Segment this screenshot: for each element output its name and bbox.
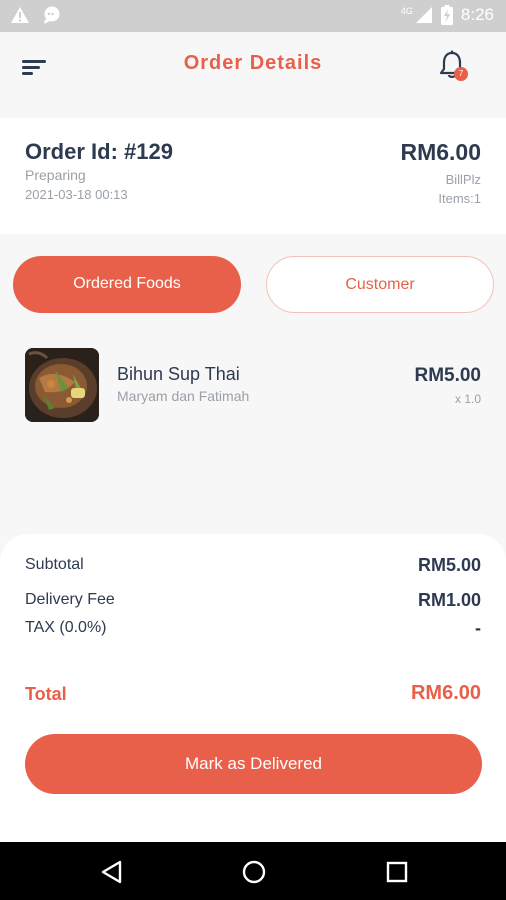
food-price: RM5.00 (414, 365, 481, 386)
total-value: RM6.00 (410, 682, 481, 704)
food-name: Bihun Sup Thai (117, 364, 240, 384)
delivery-fee-label: Delivery Fee (25, 591, 115, 608)
payment-method: BillPlz (445, 172, 481, 187)
order-total: RM6.00 (400, 139, 481, 165)
restaurant-name: Maryam dan Fatimah (117, 388, 250, 404)
network-type: 4G (400, 6, 413, 16)
delivery-fee-value: RM1.00 (417, 590, 481, 610)
subtotal-value: RM5.00 (417, 555, 481, 575)
home-icon[interactable] (241, 859, 267, 885)
total-label: Total (25, 684, 67, 704)
food-quantity: x 1.0 (454, 392, 481, 406)
chat-icon (44, 6, 60, 24)
order-id: Order Id: #129 (25, 139, 173, 164)
tab-customer[interactable]: Customer (266, 256, 494, 313)
order-datetime: 2021-03-18 00:13 (25, 187, 128, 202)
mark-delivered-button[interactable]: Mark as Delivered (25, 734, 482, 794)
order-status: Preparing (25, 167, 86, 183)
subtotal-label: Subtotal (25, 556, 84, 573)
back-icon[interactable] (99, 859, 125, 885)
status-bar: 4G 8:26 (0, 0, 506, 32)
battery-icon (440, 5, 453, 25)
clock: 8:26 (460, 5, 494, 24)
page-title: Order Details (183, 52, 323, 74)
tax-value: - (475, 618, 481, 638)
system-nav-bar (0, 842, 506, 900)
tab-ordered-foods[interactable]: Ordered Foods (13, 256, 241, 313)
app-bar: Order Details 7 (0, 32, 506, 118)
list-item: Bihun Sup Thai Maryam dan Fatimah RM5.00… (0, 340, 506, 430)
item-count: Items:1 (438, 191, 481, 206)
order-summary-card: Order Id: #129 Preparing 2021-03-18 00:1… (0, 118, 506, 234)
recents-icon[interactable] (384, 859, 410, 885)
warning-icon (11, 7, 29, 23)
price-summary: Subtotal RM5.00 Delivery Fee RM1.00 TAX … (0, 534, 506, 842)
signal-icon (415, 7, 432, 23)
tax-label: TAX (0.0%) (25, 619, 107, 636)
notifications-button[interactable]: 7 (438, 50, 472, 84)
food-image (25, 348, 99, 422)
notification-badge: 7 (454, 67, 468, 81)
